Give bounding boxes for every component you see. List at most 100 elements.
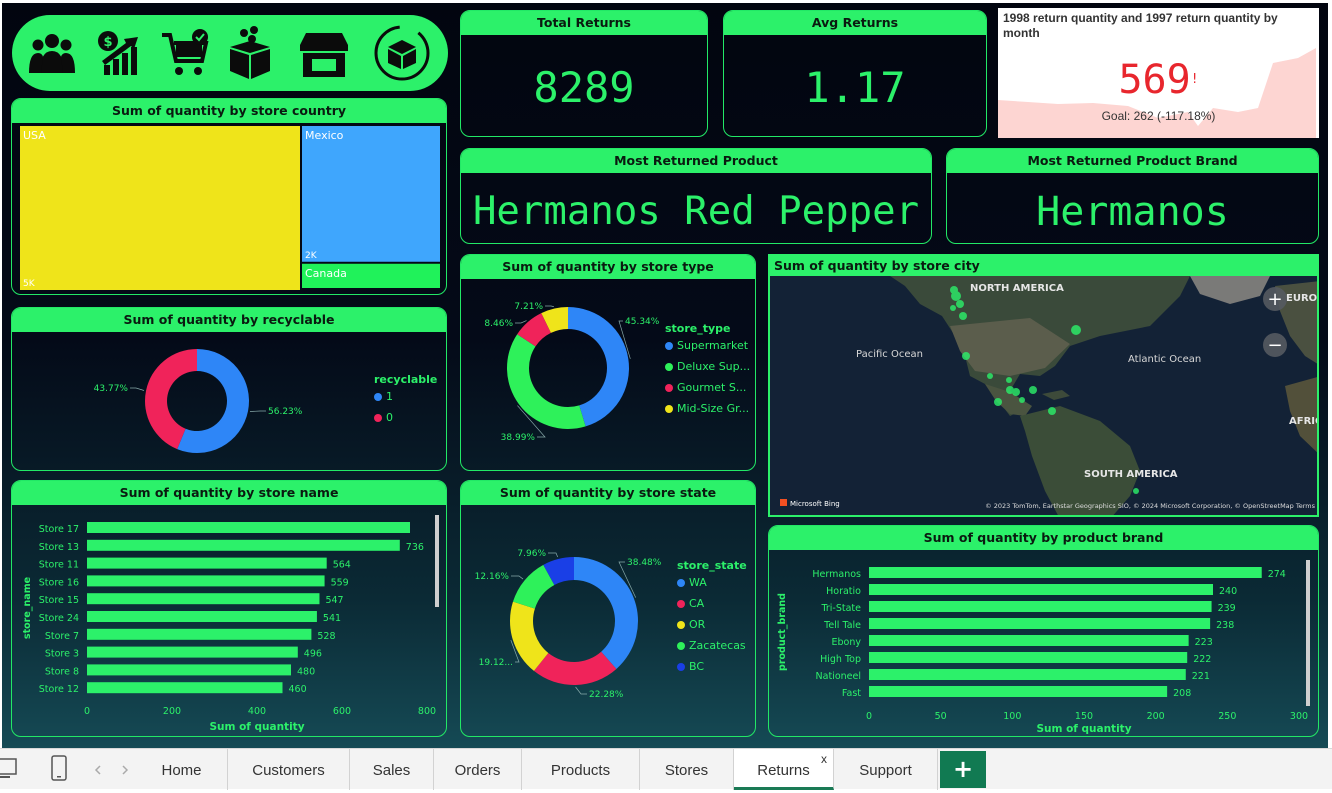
comparison-card-value: 569! [998,58,1319,102]
product-brand-value-label: 240 [1219,586,1237,597]
tab-label: Stores [664,762,709,779]
store-type-legend-gourmet-s[interactable]: Gourmet S... [665,377,750,398]
desktop-view-icon[interactable] [0,758,17,778]
product-brand-bar-nationeel[interactable] [869,669,1186,680]
store-name-scrollbar[interactable] [435,515,439,607]
store-state-slice-wa[interactable] [574,557,638,669]
tab-scroll-right-icon[interactable] [122,765,129,775]
money-growth-icon[interactable]: $ [98,31,138,75]
store-name-bar-store-12[interactable] [87,682,283,694]
store-name-bar-store-7[interactable] [87,628,312,640]
store-name-bar-store-13[interactable] [87,539,400,551]
kpi-total-returns: Total Returns 8289 [460,10,708,137]
store-name-bar-store-15[interactable] [87,593,320,605]
nav-icon-bar: $ [12,15,448,91]
kpi-most-returned-brand-label: Most Returned Product Brand [947,149,1318,173]
cart-icon[interactable] [162,29,209,75]
store-name-category-label: Store 13 [39,542,79,553]
store-name-category-label: Store 3 [45,649,79,660]
store-type-legend-text: Supermarket [677,339,749,352]
add-page-button[interactable]: + [940,751,986,788]
store-type-legend-mid-size-gr[interactable]: Mid-Size Gr... [665,398,750,419]
tab-stores[interactable]: Stores [640,749,734,790]
product-brand-bar-horatio[interactable] [869,584,1213,595]
tab-customers[interactable]: Customers [228,749,350,790]
kpi-most-returned-brand-value: Hermanos [1036,189,1229,235]
recyclable-legend-1[interactable]: 1 [374,386,437,407]
label-europe: EUROPE [1286,293,1319,304]
recyclable-legend-0[interactable]: 0 [374,407,437,428]
store-state-leader-ca [575,686,587,695]
store-state-legend-text: OR [689,618,706,631]
store-type-slice-deluxe-sup[interactable] [507,334,586,429]
map-zoom-in-button[interactable]: + [1263,287,1287,311]
label-atlantic: Atlantic Ocean [1128,354,1201,365]
store-type-panel: Sum of quantity by store type 45.34% 38.9… [460,254,756,471]
product-brand-bar-high-top[interactable] [869,652,1188,663]
tab-label: Products [550,762,611,779]
store-type-legend-deluxe-sup[interactable]: Deluxe Sup... [665,356,750,377]
store-state-legend-text: CA [689,597,705,610]
treemap-tile-mexico[interactable] [302,126,440,262]
product-brand-bar-tell-tale[interactable] [869,618,1211,629]
treemap-tile-usa[interactable] [20,126,300,290]
treemap-value-mexico: 2K [305,251,318,261]
store-name-bar-store-24[interactable] [87,611,317,622]
map-canvas[interactable]: NORTH AMERICA SOUTH AMERICA Pacific Ocea… [770,256,1319,517]
bing-logo-icon [780,499,787,506]
product-brand-scrollbar[interactable] [1306,560,1310,706]
tab-sales[interactable]: Sales [350,749,434,790]
store-state-label-or: 19.12... [479,658,513,668]
tab-scroll-left-icon[interactable] [94,765,101,775]
store-state-slice-ca[interactable] [533,651,617,685]
return-box-icon[interactable] [374,25,430,81]
store-state-legend-wa[interactable]: WA [677,572,747,593]
product-brand-bar-hermanos[interactable] [869,567,1262,578]
product-brand-category-label: Nationeel [816,671,861,682]
store-type-legend-supermarket[interactable]: Supermarket [665,335,750,356]
tab-label: Returns [757,762,810,779]
recyclable-legend: recyclable 1 0 [374,373,437,428]
kpi-total-returns-label: Total Returns [461,11,707,35]
tab-returns[interactable]: Returns x [734,749,834,790]
tab-orders[interactable]: Orders [434,749,522,790]
tab-home[interactable]: Home [136,749,228,790]
tab-support[interactable]: Support [834,749,938,790]
tab-label: Home [161,762,202,779]
page-tab-bar: Home Customers Sales Orders Products Stores Re… [0,748,1332,790]
product-brand-y-axis-title: product_brand [777,593,788,671]
store-name-bar-store-8[interactable] [87,664,291,676]
store-state-legend-bc[interactable]: BC [677,656,747,677]
map-attribution[interactable]: © 2023 TomTom, Earthstar Geographics SIO… [985,502,1315,510]
store-name-bar-store-16[interactable] [87,575,325,587]
store-state-legend-marker-icon [677,620,685,629]
product-brand-bar-fast[interactable] [869,686,1168,697]
people-icon[interactable] [29,34,75,73]
tab-products[interactable]: Products [522,749,640,790]
tab-label: Support [859,762,912,779]
store-name-bar-store-3[interactable] [87,646,298,658]
product-brand-bar-ebony[interactable] [869,635,1189,646]
store-state-legend-or[interactable]: OR [677,614,747,635]
store-state-label-zacatecas: 12.16% [475,572,510,582]
store-icon[interactable] [300,33,348,77]
store-state-legend-text: WA [689,576,707,589]
kpi-avg-returns-label: Avg Returns [724,11,986,35]
product-brand-category-label: Hermanos [812,569,861,580]
product-brand-x-axis-title: Sum of quantity [1036,723,1131,735]
store-state-legend-ca[interactable]: CA [677,593,747,614]
store-type-legend-marker-icon [665,404,673,413]
product-brand-bar-tri-state[interactable] [869,601,1212,612]
store-name-bar-store-11[interactable] [87,557,327,569]
store-state-legend-zacatecas[interactable]: Zacatecas [677,635,747,656]
mobile-view-icon[interactable] [51,755,67,781]
store-name-x-tick: 800 [418,706,436,717]
store-name-bar-store-17[interactable] [87,522,410,533]
store-name-category-label: Store 8 [45,666,79,677]
map-zoom-out-button[interactable]: − [1263,333,1287,357]
close-tab-icon[interactable]: x [821,737,827,781]
product-brand-category-label: Tell Tale [823,620,861,631]
store-state-legend-marker-icon [677,599,685,608]
recyclable-leader-1 [249,410,266,412]
boxes-icon[interactable] [230,26,270,79]
